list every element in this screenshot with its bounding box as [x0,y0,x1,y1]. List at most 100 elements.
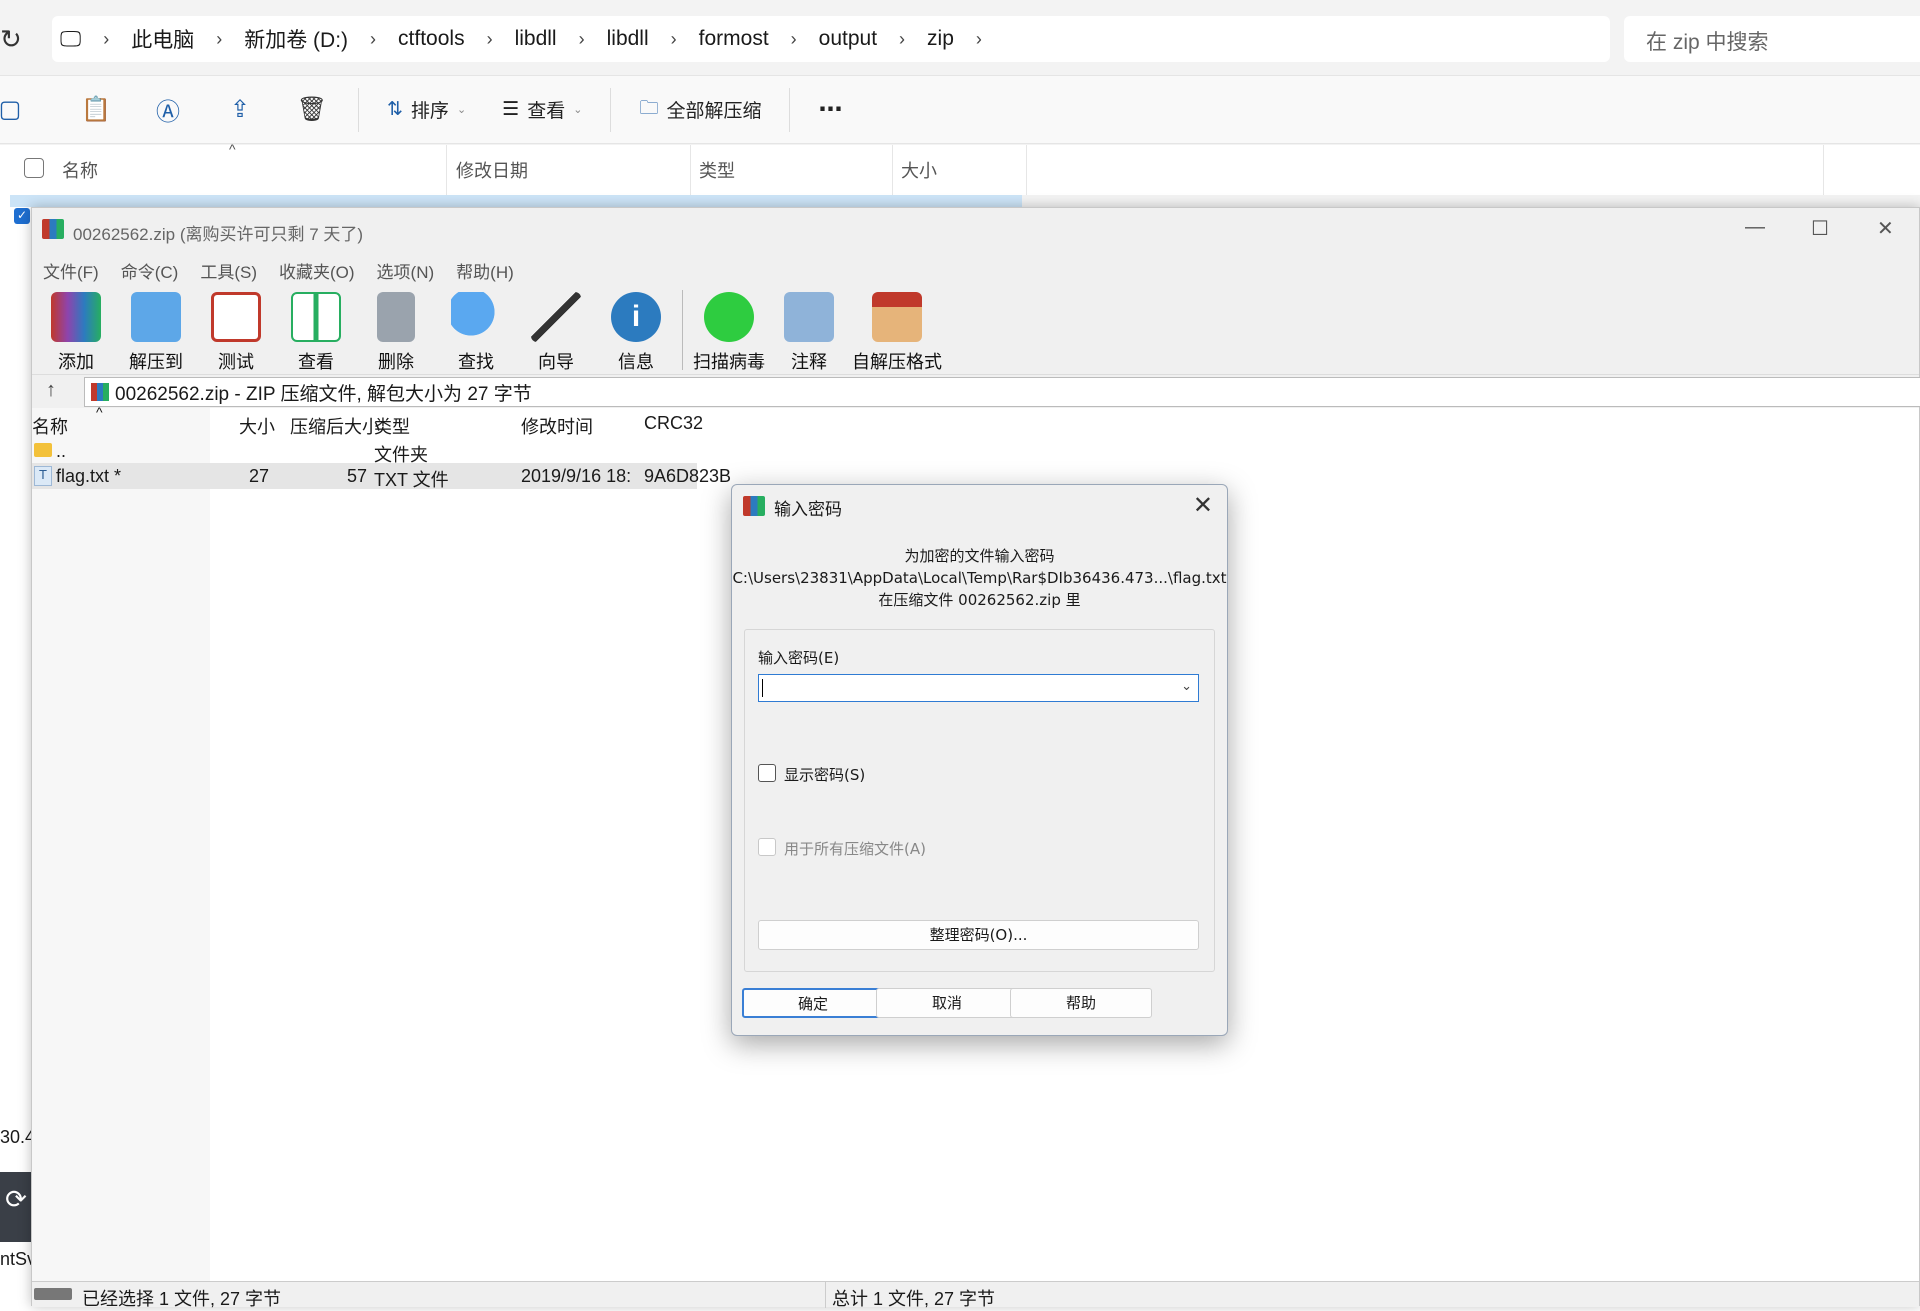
test-button[interactable]: 测试 [196,284,276,374]
list-item[interactable]: T flag.txt * 27 57 TXT 文件 2019/9/16 18: … [32,463,731,490]
menu-bar: 文件(F) 命令(C) 工具(S) 收藏夹(O) 选项(N) 帮助(H) [32,252,1919,284]
info-button[interactable]: i 信息 [596,284,676,374]
menu-file[interactable]: 文件(F) [32,252,110,284]
chevron-right-icon[interactable]: › [202,29,236,50]
minimize-icon[interactable]: — [1745,216,1765,239]
show-password-label[interactable]: 显示密码(S) [784,764,865,785]
search-input[interactable]: 在 zip 中搜索 [1624,16,1920,62]
menu-tools[interactable]: 工具(S) [189,252,268,284]
sfx-button[interactable]: 自解压格式 [849,284,945,374]
computer-icon[interactable]: 🖵 [52,26,89,52]
menu-options[interactable]: 选项(N) [366,252,446,284]
menu-commands[interactable]: 命令(C) [110,252,190,284]
comment-button[interactable]: 注释 [769,284,849,374]
extract-to-button[interactable]: 解压到 [116,284,196,374]
column-crc[interactable]: CRC32 [644,413,703,434]
ok-button[interactable]: 确定 [742,988,884,1018]
maximize-icon[interactable]: ☐ [1811,216,1829,241]
breadcrumb-item[interactable]: libdll [507,27,565,51]
info-line: 在压缩文件 00262562.zip 里 [878,591,1081,609]
sfx-box-icon [872,292,922,342]
path-bar: ↑ 00262562.zip - ZIP 压缩文件, 解包大小为 27 字节 [32,374,1920,408]
all-archives-label[interactable]: 用于所有压缩文件(A) [784,838,926,859]
chevron-right-icon[interactable]: › [356,29,390,50]
scan-virus-button[interactable]: 扫描病毒 [689,284,769,374]
password-label: 输入密码(E) [758,649,840,667]
all-archives-checkbox[interactable] [758,838,776,856]
chevron-down-icon: ⌄ [573,104,583,116]
column-modified[interactable]: 修改时间 [521,413,593,439]
delete-icon[interactable]: 🗑 [276,76,348,144]
column-size[interactable]: 大小 [901,157,937,183]
extract-to-label: 解压到 [129,352,183,372]
path-field[interactable]: 00262562.zip - ZIP 压缩文件, 解包大小为 27 字节 [84,377,1920,407]
chevron-right-icon[interactable]: › [565,29,599,50]
extract-all-button[interactable]: 🗀 全部解压缩 [621,94,779,126]
sort-icon: ⇅ [387,99,403,120]
column-size[interactable]: 大小 [239,413,275,439]
chevron-right-icon[interactable]: › [657,29,691,50]
column-name[interactable]: 名称 [32,413,68,439]
column-name[interactable]: 名称 [62,157,98,183]
side-number-fragment: 30.4 [0,1127,36,1147]
breadcrumb-item[interactable]: output [811,27,885,51]
close-icon[interactable]: ✕ [1193,491,1213,519]
organize-passwords-button[interactable]: 整理密码(O)... [758,920,1199,950]
help-button[interactable]: 帮助 [1010,988,1152,1018]
chevron-right-icon[interactable]: › [89,29,123,50]
copy-icon[interactable]: ▢ [0,76,21,144]
breadcrumb-item[interactable]: zip [919,27,962,51]
view-button[interactable]: ☰ 查看 ⌄ [484,96,600,123]
add-button[interactable]: 添加 [36,284,116,374]
password-input[interactable]: ⌄ [758,674,1199,702]
select-all-checkbox[interactable] [24,158,44,178]
breadcrumb-item[interactable]: libdll [599,27,657,51]
breadcrumb-item[interactable]: formost [691,27,777,51]
status-total: 总计 1 文件, 27 字节 [832,1289,996,1309]
delete-label: 删除 [378,352,414,372]
up-arrow-icon[interactable]: ↑ [46,379,56,402]
chevron-right-icon[interactable]: › [885,29,919,50]
breadcrumb-item[interactable]: 新加卷 (D:) [236,24,356,54]
app-icon[interactable]: ⟳ [0,1172,32,1242]
column-type[interactable]: 类型 [374,413,410,439]
delete-button[interactable]: 删除 [356,284,436,374]
sort-button[interactable]: ⇅ 排序 ⌄ [369,96,484,123]
address-row: ↻ 🖵 › 此电脑 › 新加卷 (D:) › ctftools › libdll… [0,0,1920,76]
close-icon[interactable]: ✕ [1877,216,1894,241]
test-icon [211,292,261,342]
view-label: 查看 [298,352,334,372]
paste-icon[interactable]: 📋 [60,76,132,144]
breadcrumb-item[interactable]: ctftools [390,27,473,51]
show-password-checkbox[interactable] [758,764,776,782]
menu-favorites[interactable]: 收藏夹(O) [268,252,366,284]
more-options-icon[interactable]: ⋯ [800,95,860,124]
row-checkbox[interactable]: ✓ [14,208,30,224]
breadcrumb-item[interactable]: 此电脑 [123,24,202,54]
password-dialog: 输入密码 ✕ 为加密的文件输入密码 C:\Users\23831\AppData… [731,484,1228,1036]
chevron-right-icon[interactable]: › [962,29,996,50]
column-date[interactable]: 修改日期 [456,157,528,183]
column-type[interactable]: 类型 [699,157,735,183]
divider [1026,145,1027,195]
chevron-down-icon[interactable]: ⌄ [1181,679,1192,694]
list-item[interactable]: .. 文件夹 [32,438,1919,465]
extract-folder-icon [131,292,181,342]
comment-icon [784,292,834,342]
winrar-toolbar: 添加 解压到 测试 查看 删除 查找 向导 i 信息 扫描病毒 注释 自解压格式 [32,284,1919,374]
share-icon[interactable]: ⇪ [204,76,276,144]
column-packed[interactable]: 压缩后大小 [290,413,380,439]
menu-help[interactable]: 帮助(H) [445,252,525,284]
breadcrumb[interactable]: 🖵 › 此电脑 › 新加卷 (D:) › ctftools › libdll ›… [52,16,1610,62]
refresh-icon[interactable]: ↻ [0,24,22,55]
cancel-button[interactable]: 取消 [876,988,1018,1018]
view-button[interactable]: 查看 [276,284,356,374]
find-button[interactable]: 查找 [436,284,516,374]
selected-file-row[interactable] [10,195,1022,207]
wizard-button[interactable]: 向导 [516,284,596,374]
bug-icon [704,292,754,342]
chevron-right-icon[interactable]: › [473,29,507,50]
rename-icon[interactable]: Ⓐ [132,76,204,144]
chevron-right-icon[interactable]: › [777,29,811,50]
status-selected: 已经选择 1 文件, 27 字节 [82,1289,282,1309]
